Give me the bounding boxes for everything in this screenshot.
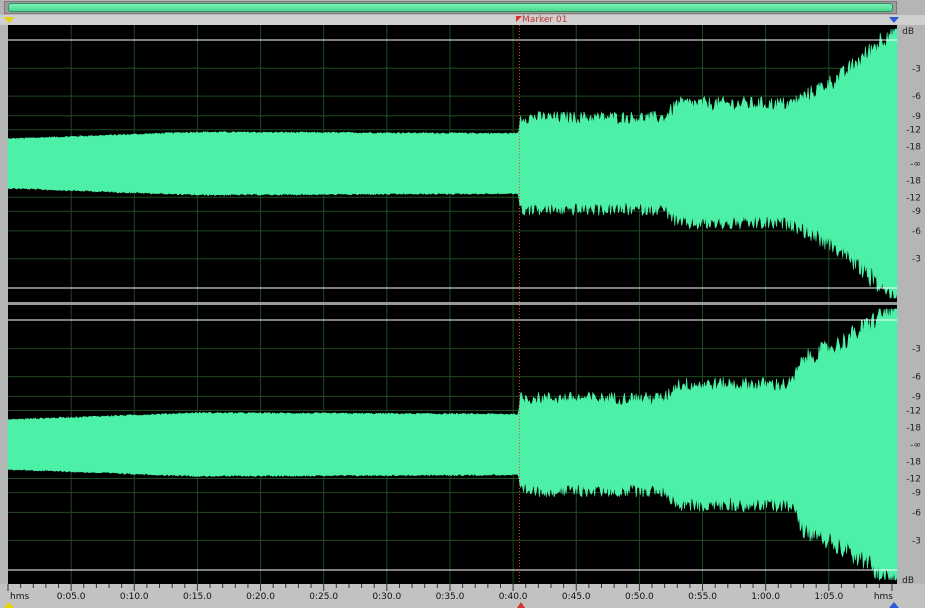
start-marker-top-icon[interactable] bbox=[4, 17, 14, 23]
db-label: -18 bbox=[906, 143, 921, 153]
db-label: -18 bbox=[906, 458, 921, 468]
ruler-tick-label: 1:05.0 bbox=[814, 592, 843, 602]
ruler-unit-right: hms bbox=[874, 592, 893, 602]
ruler-tick-label: 0:05.0 bbox=[57, 592, 86, 602]
waveform-display[interactable]: -3 -6 -9 -12 -18 -∞ -18 -12 -9 -6 -3 dB -3 -6 -9 -12 -18… bbox=[0, 0, 925, 608]
db-label: -3 bbox=[912, 345, 921, 355]
db-label: -12 bbox=[906, 406, 921, 416]
ruler-tick-label: 0:50.0 bbox=[625, 592, 654, 602]
ruler-tick-label: 0:10.0 bbox=[120, 592, 149, 602]
db-label: -9 bbox=[912, 207, 921, 217]
db-label: -18 bbox=[906, 176, 921, 186]
start-marker-bottom-icon[interactable] bbox=[4, 602, 14, 608]
db-label: -12 bbox=[906, 126, 921, 136]
end-marker-bottom-icon[interactable] bbox=[889, 602, 899, 608]
channel-separator[interactable] bbox=[8, 302, 897, 305]
db-label: -6 bbox=[912, 227, 921, 237]
ruler-unit-left: hms bbox=[10, 592, 29, 602]
ruler-tick-label: 0:40.0 bbox=[499, 592, 528, 602]
db-scale-left: -3 -6 -9 -12 -18 -∞ -18 -12 -9 -6 -3 dB bbox=[902, 27, 921, 265]
db-label: -9 bbox=[912, 489, 921, 499]
db-label: -6 bbox=[912, 373, 921, 383]
db-label: -18 bbox=[906, 423, 921, 433]
db-label: -3 bbox=[912, 536, 921, 546]
ruler-tick-label: 0:20.0 bbox=[246, 592, 275, 602]
channel-left[interactable]: -3 -6 -9 -12 -18 -∞ -18 -12 -9 -6 -3 dB bbox=[7, 25, 921, 302]
db-label: -6 bbox=[912, 92, 921, 102]
ruler-tick-label: 0:30.0 bbox=[372, 592, 401, 602]
db-label: -12 bbox=[906, 475, 921, 485]
marker-bottom-icon[interactable] bbox=[517, 602, 525, 608]
db-label: -3 bbox=[912, 64, 921, 74]
db-unit-label: dB bbox=[902, 27, 914, 37]
ruler-tick-label: 0:45.0 bbox=[562, 592, 591, 602]
ruler-tick-label: 0:35.0 bbox=[436, 592, 465, 602]
channel-right[interactable]: -3-6-9-12-18-∞-18-12-9-6-3dB bbox=[7, 305, 921, 586]
db-label: -∞ bbox=[910, 441, 921, 451]
db-label: -9 bbox=[912, 392, 921, 402]
db-scale-right: -3-6-9-12-18-∞-18-12-9-6-3dB bbox=[902, 345, 921, 586]
ruler-tick-label: 0:15.0 bbox=[183, 592, 212, 602]
ruler-tick-label: 0:25.0 bbox=[309, 592, 338, 602]
end-marker-top-icon[interactable] bbox=[889, 17, 899, 23]
db-label: -12 bbox=[906, 193, 921, 203]
db-label: -9 bbox=[912, 112, 921, 122]
db-label: -6 bbox=[912, 508, 921, 518]
time-ruler[interactable]: hms hms 0:05.0 0:10.0 0:15.0 0:20.0 0:25.0 0:30… bbox=[0, 584, 925, 608]
db-label: -∞ bbox=[910, 160, 921, 170]
db-label: -3 bbox=[912, 255, 921, 265]
ruler-tick-label: 0:55.0 bbox=[688, 592, 717, 602]
ruler-tick-label: 1:00.0 bbox=[751, 592, 780, 602]
